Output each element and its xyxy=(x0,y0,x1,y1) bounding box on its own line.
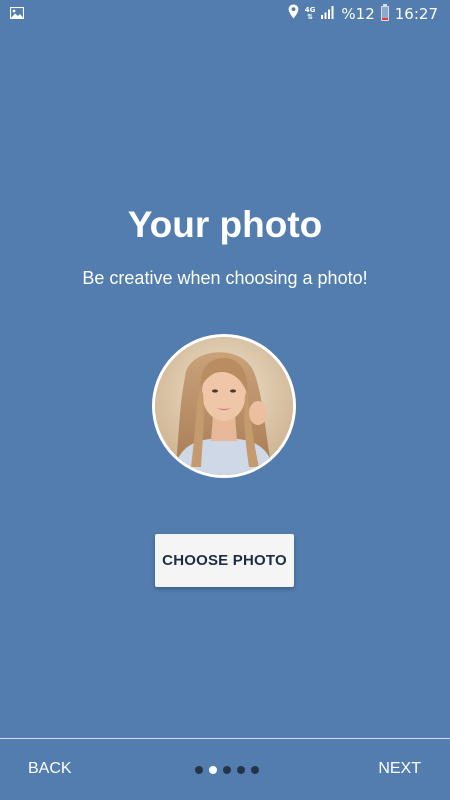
page-subtitle: Be creative when choosing a photo! xyxy=(82,268,368,288)
status-bar: 4G ⇅ %12 16:27 xyxy=(0,0,450,28)
status-indicators: 4G ⇅ %12 16:27 xyxy=(288,4,438,23)
location-icon xyxy=(288,4,299,23)
page-dot xyxy=(251,766,259,774)
profile-photo[interactable] xyxy=(152,334,296,478)
next-button[interactable]: NEXT xyxy=(378,760,421,778)
page-dot xyxy=(195,766,203,774)
profile-photo-image xyxy=(155,337,293,475)
page-indicator xyxy=(195,766,259,774)
network-indicator: 4G ⇅ xyxy=(305,6,316,21)
footer-divider xyxy=(0,738,450,739)
clock: 16:27 xyxy=(394,4,438,23)
page-dot xyxy=(223,766,231,774)
image-icon xyxy=(9,6,25,24)
data-arrows-icon: ⇅ xyxy=(307,12,314,21)
choose-photo-button[interactable]: CHOOSE PHOTO xyxy=(155,534,294,587)
battery-icon xyxy=(380,4,389,21)
page-title: Your photo xyxy=(127,204,323,245)
page-dot xyxy=(237,766,245,774)
back-button[interactable]: BACK xyxy=(28,760,72,778)
page-dot xyxy=(209,766,217,774)
battery-percent: %12 xyxy=(341,4,375,23)
battery-level-fill xyxy=(381,18,388,20)
signal-icon xyxy=(321,5,335,23)
